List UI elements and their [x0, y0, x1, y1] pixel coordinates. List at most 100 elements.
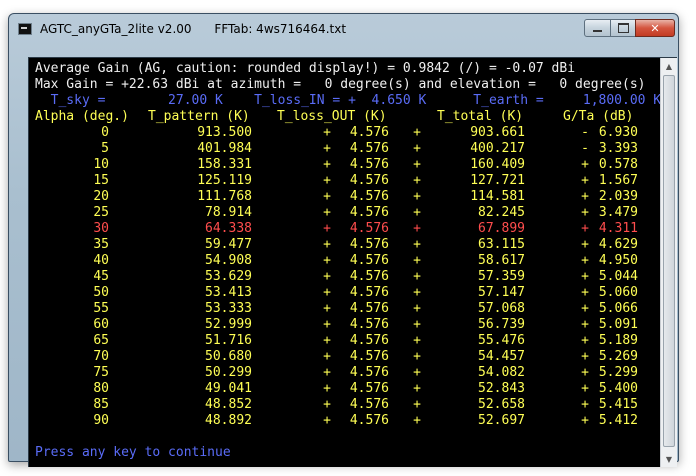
cell-plus-pattern: + [323, 221, 331, 236]
table-header: Alpha (deg.) T_pattern (K) T_loss_OUT (K… [29, 109, 659, 125]
header-g-ta: G/Ta (dB) [563, 109, 634, 124]
table-row: 45 53.629 +4.576 +57.359 +5.044 [29, 269, 659, 285]
table-row: 75 50.299 +4.576 +54.082 +5.299 [29, 365, 659, 381]
cell-t-loss-out: 4.576 [349, 333, 389, 348]
cell-t-total: 52.697 [478, 413, 525, 428]
cell-t-pattern: 53.413 [205, 285, 252, 300]
cell-t-pattern: 111.768 [197, 189, 252, 204]
cell-g-ta-sign: + [581, 189, 589, 204]
maximize-button[interactable] [610, 19, 636, 37]
cell-plus-pattern: + [323, 157, 331, 172]
cell-g-ta-sign: + [581, 301, 589, 316]
cell-t-loss-out: 4.576 [349, 237, 389, 252]
cell-t-pattern: 51.716 [205, 333, 252, 348]
cell-alpha: 85 [93, 397, 109, 412]
minimize-icon [593, 30, 602, 32]
table-row: 30 64.338 +4.576 +67.899 +4.311 [29, 221, 659, 237]
cell-t-loss-out: 4.576 [349, 413, 389, 428]
continue-prompt: Press any key to continue [35, 445, 231, 460]
cell-t-loss-out: 4.576 [349, 189, 389, 204]
cell-alpha: 80 [93, 381, 109, 396]
cell-alpha: 40 [93, 253, 109, 268]
cell-g-ta: 4.950 [598, 253, 638, 268]
cell-alpha: 20 [93, 189, 109, 204]
table-row: 10 158.331 +4.576 +160.409 +0.578 [29, 157, 659, 173]
cell-plus-loss: + [413, 141, 421, 156]
cell-plus-loss: + [413, 365, 421, 380]
cell-plus-pattern: + [323, 317, 331, 332]
cell-t-total: 57.147 [478, 285, 525, 300]
scroll-thumb[interactable] [663, 75, 675, 447]
cell-alpha: 50 [93, 285, 109, 300]
cell-t-total: 63.115 [478, 237, 525, 252]
cell-alpha: 30 [93, 221, 109, 236]
cell-t-total: 54.082 [478, 365, 525, 380]
cell-t-loss-out: 4.576 [349, 221, 389, 236]
cell-t-total: 56.739 [478, 317, 525, 332]
console-area[interactable]: Average Gain (AG, caution: rounded displ… [28, 57, 677, 467]
cell-t-pattern: 401.984 [197, 141, 252, 156]
minimize-button[interactable] [584, 19, 611, 37]
cell-t-loss-out: 4.576 [349, 173, 389, 188]
cell-g-ta: 3.479 [598, 205, 638, 220]
cell-t-loss-out: 4.576 [349, 301, 389, 316]
scroll-up-icon[interactable]: ▲ [662, 58, 676, 74]
console-app-icon[interactable] [18, 23, 32, 35]
cell-t-pattern: 50.299 [205, 365, 252, 380]
cell-alpha: 5 [101, 141, 109, 156]
cell-plus-loss: + [413, 237, 421, 252]
max-gain-line: Max Gain = +22.63 dBi at azimuth = 0 deg… [35, 77, 646, 92]
cell-g-ta: 4.629 [598, 237, 638, 252]
cell-g-ta-sign: + [581, 205, 589, 220]
cell-plus-loss: + [413, 269, 421, 284]
cell-plus-loss: + [413, 253, 421, 268]
cell-alpha: 25 [93, 205, 109, 220]
header-t-pattern: T_pattern (K) [148, 109, 250, 124]
maximize-icon [617, 23, 629, 33]
cell-g-ta-sign: + [581, 253, 589, 268]
table-row: 65 51.716 +4.576 +55.476 +5.189 [29, 333, 659, 349]
cell-g-ta: 4.311 [598, 221, 638, 236]
cell-t-pattern: 52.999 [205, 317, 252, 332]
close-button[interactable]: ✕ [635, 19, 675, 37]
cell-plus-loss: + [413, 189, 421, 204]
cell-plus-loss: + [413, 173, 421, 188]
cell-g-ta-sign: + [581, 237, 589, 252]
cell-plus-pattern: + [323, 413, 331, 428]
table-row: 5 401.984 +4.576 +400.217 -3.393 [29, 141, 659, 157]
cell-t-total: 67.899 [478, 221, 525, 236]
cell-plus-pattern: + [323, 397, 331, 412]
cell-g-ta-sign: + [581, 317, 589, 332]
cell-g-ta-sign: + [581, 349, 589, 364]
cell-g-ta: 3.393 [598, 141, 638, 156]
cell-plus-loss: + [413, 221, 421, 236]
cell-g-ta-sign: + [581, 333, 589, 348]
cell-plus-pattern: + [323, 269, 331, 284]
cell-g-ta-sign: - [581, 141, 589, 156]
cell-alpha: 0 [101, 125, 109, 140]
cell-g-ta: 6.930 [598, 125, 638, 140]
cell-t-pattern: 50.680 [205, 349, 252, 364]
cell-plus-loss: + [413, 413, 421, 428]
cell-plus-loss: + [413, 333, 421, 348]
cell-plus-loss: + [413, 301, 421, 316]
title-bar[interactable]: AGTC_anyGTa_2lite v2.00 FFTab: 4ws716464… [9, 14, 678, 44]
cell-t-total: 400.217 [470, 141, 525, 156]
cell-plus-loss: + [413, 349, 421, 364]
cell-t-total: 114.581 [470, 189, 525, 204]
scroll-down-icon[interactable]: ▼ [662, 451, 676, 467]
cell-plus-pattern: + [323, 349, 331, 364]
cell-t-pattern: 53.333 [205, 301, 252, 316]
table-row: 35 59.477 +4.576 +63.115 +4.629 [29, 237, 659, 253]
cell-t-total: 55.476 [478, 333, 525, 348]
cell-t-pattern: 49.041 [205, 381, 252, 396]
cell-t-total: 52.658 [478, 397, 525, 412]
vertical-scrollbar[interactable]: ▲ ▼ [660, 58, 677, 467]
cell-g-ta: 5.044 [598, 269, 638, 284]
cell-t-loss-out: 4.576 [349, 125, 389, 140]
cell-g-ta: 5.060 [598, 285, 638, 300]
cell-plus-pattern: + [323, 365, 331, 380]
cell-plus-loss: + [413, 125, 421, 140]
window-title: AGTC_anyGTa_2lite v2.00 FFTab: 4ws716464… [40, 22, 347, 36]
close-icon: ✕ [650, 21, 660, 35]
